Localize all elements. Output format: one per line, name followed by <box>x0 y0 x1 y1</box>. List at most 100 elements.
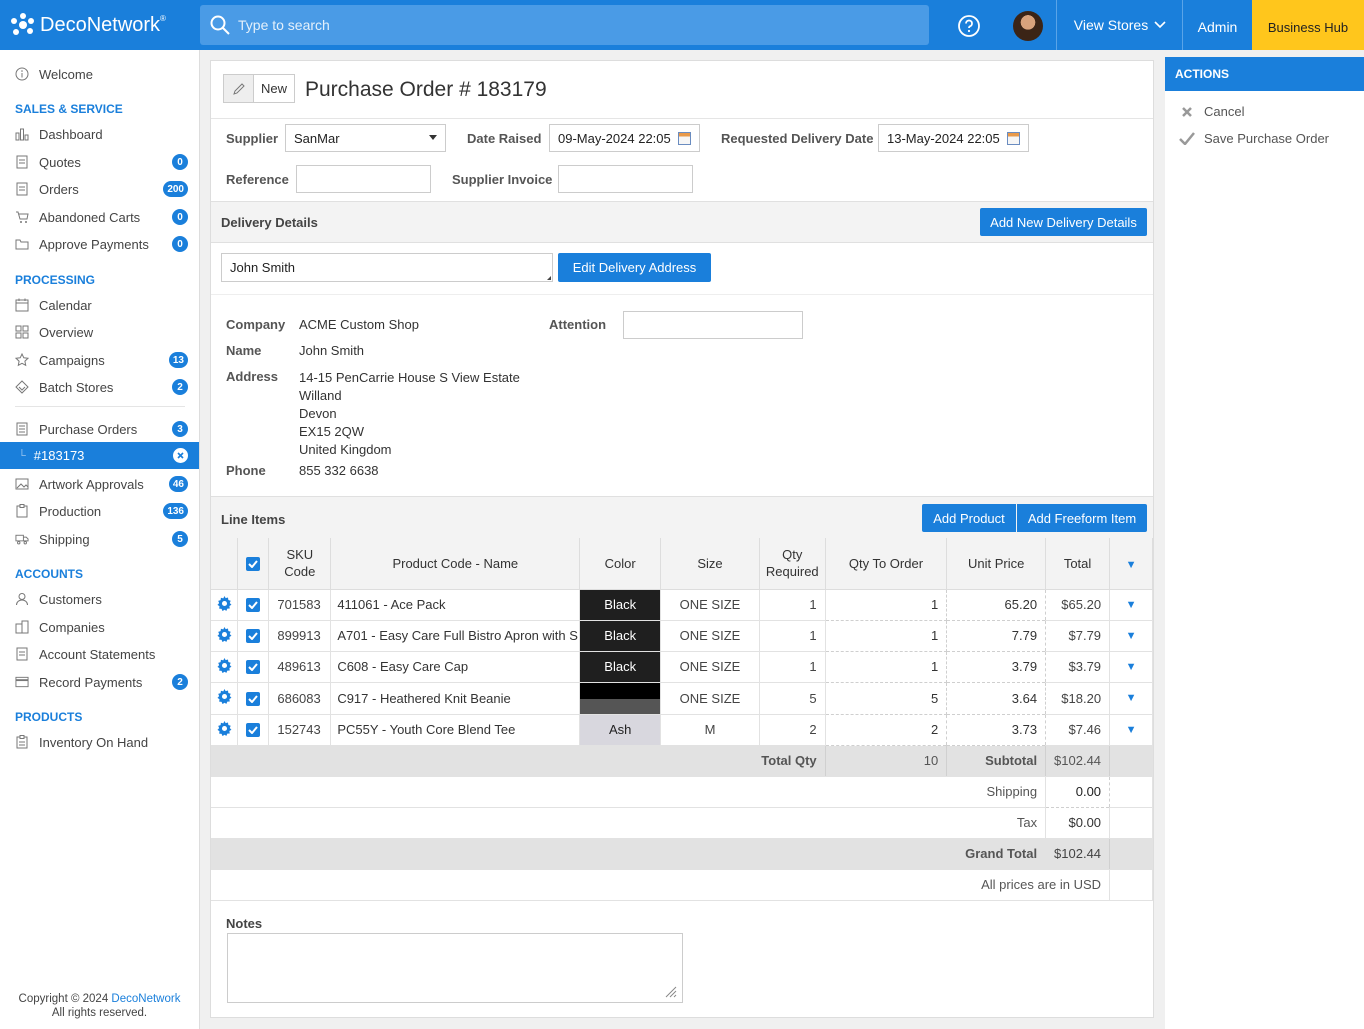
row-menu-button[interactable]: ▼ <box>1109 651 1153 683</box>
calendar-icon[interactable] <box>678 132 691 145</box>
column-header-unit-price[interactable]: Unit Price <box>946 538 1047 590</box>
color-cell[interactable] <box>579 682 662 715</box>
column-header-qty-to-order[interactable]: Qty To Order <box>825 538 948 590</box>
business-hub-button[interactable]: Business Hub <box>1252 0 1364 50</box>
product-cell[interactable]: C917 - Heathered Knit Beanie <box>330 682 581 715</box>
qty-to-order-input[interactable]: 1 <box>824 619 948 652</box>
view-stores-dropdown[interactable]: View Stores <box>1058 0 1182 50</box>
row-checkbox[interactable] <box>237 682 270 715</box>
help-icon[interactable] <box>957 14 981 41</box>
search-input[interactable] <box>238 17 838 33</box>
size-cell[interactable]: ONE SIZE <box>660 589 760 621</box>
sidebar-item-quotes[interactable]: Quotes 0 <box>0 149 199 175</box>
select-all-checkbox[interactable] <box>237 538 270 590</box>
row-menu-button[interactable]: ▼ <box>1109 682 1153 715</box>
product-cell[interactable]: A701 - Easy Care Full Bistro Apron with … <box>330 620 581 652</box>
sidebar-item-account-statements[interactable]: Account Statements <box>0 641 199 667</box>
column-header-size[interactable]: Size <box>660 538 760 590</box>
unit-price-input[interactable]: 7.79 <box>946 619 1047 652</box>
row-checkbox[interactable] <box>237 714 270 746</box>
sidebar-item-dashboard[interactable]: Dashboard <box>0 121 199 147</box>
unit-price-input[interactable]: 3.73 <box>946 713 1047 746</box>
gear-icon <box>217 595 232 614</box>
supplier-select[interactable]: SanMar <box>285 124 446 152</box>
close-icon[interactable] <box>173 448 188 463</box>
row-settings-button[interactable] <box>211 589 239 621</box>
row-settings-button[interactable] <box>211 682 239 715</box>
sidebar-item-artwork-approvals[interactable]: Artwork Approvals 46 <box>0 471 199 497</box>
save-purchase-order-action[interactable]: Save Purchase Order <box>1179 131 1329 146</box>
unit-price-input[interactable]: 3.64 <box>946 681 1047 715</box>
qty-to-order-input[interactable]: 1 <box>824 588 948 621</box>
product-cell[interactable]: PC55Y - Youth Core Blend Tee <box>330 714 581 746</box>
column-header-product[interactable]: Product Code - Name <box>330 538 581 590</box>
sidebar-item-campaigns[interactable]: Campaigns 13 <box>0 347 199 373</box>
row-checkbox[interactable] <box>237 589 270 621</box>
size-cell[interactable]: ONE SIZE <box>660 651 760 683</box>
sidebar-item-approve-payments[interactable]: Approve Payments 0 <box>0 231 199 257</box>
unit-price-input[interactable]: 3.79 <box>946 650 1047 683</box>
supplier-invoice-input[interactable] <box>558 165 693 193</box>
admin-link[interactable]: Admin <box>1184 0 1251 50</box>
sku-cell: 701583 <box>268 589 332 621</box>
qty-to-order-input[interactable]: 1 <box>824 650 948 683</box>
sidebar-item-record-payments[interactable]: Record Payments 2 <box>0 669 199 695</box>
column-header-sku[interactable]: SKU Code <box>268 538 332 590</box>
calendar-icon[interactable] <box>1007 132 1020 145</box>
color-cell[interactable]: Black <box>579 589 662 621</box>
size-cell[interactable]: M <box>660 714 760 746</box>
row-checkbox[interactable] <box>237 620 270 652</box>
sidebar-item-current-po[interactable]: └ #183173 <box>0 442 199 469</box>
search-bar[interactable] <box>200 5 929 45</box>
color-cell[interactable]: Black <box>579 620 662 652</box>
column-header-qty-required[interactable]: Qty Required <box>759 538 826 590</box>
sidebar-item-companies[interactable]: Companies <box>0 614 199 640</box>
row-menu-button[interactable]: ▼ <box>1109 589 1153 621</box>
row-settings-button[interactable] <box>211 714 239 746</box>
avatar[interactable] <box>1013 11 1043 41</box>
req-delivery-field[interactable]: 13-May-2024 22:05 <box>878 124 1029 152</box>
product-cell[interactable]: C608 - Easy Care Cap <box>330 651 581 683</box>
cancel-action[interactable]: Cancel <box>1179 104 1244 119</box>
column-header-color[interactable]: Color <box>579 538 662 590</box>
sidebar-item-orders[interactable]: Orders 200 <box>0 176 199 202</box>
color-cell[interactable]: Black <box>579 651 662 683</box>
add-product-button[interactable]: Add Product <box>922 504 1016 532</box>
sidebar-item-purchase-orders[interactable]: Purchase Orders 3 <box>0 416 199 442</box>
add-freeform-item-button[interactable]: Add Freeform Item <box>1017 504 1147 532</box>
reference-input[interactable] <box>296 165 431 193</box>
row-settings-button[interactable] <box>211 651 239 683</box>
row-menu-button[interactable]: ▼ <box>1109 714 1153 746</box>
qty-to-order-input[interactable]: 5 <box>824 681 948 715</box>
sidebar-item-calendar[interactable]: Calendar <box>0 292 199 318</box>
shipping-input[interactable]: 0.00 <box>1045 775 1111 808</box>
add-delivery-details-button[interactable]: Add New Delivery Details <box>980 208 1147 236</box>
sidebar-item-customers[interactable]: Customers <box>0 586 199 612</box>
color-cell[interactable]: Ash <box>579 714 662 746</box>
size-cell[interactable]: ONE SIZE <box>660 682 760 715</box>
column-menu-button[interactable]: ▼ <box>1109 538 1153 590</box>
unit-price-input[interactable]: 65.20 <box>946 588 1047 621</box>
sidebar-item-batch-stores[interactable]: Batch Stores 2 <box>0 374 199 400</box>
product-cell[interactable]: 411061 - Ace Pack <box>330 589 581 621</box>
edit-delivery-address-button[interactable]: Edit Delivery Address <box>558 253 711 282</box>
sidebar-item-welcome[interactable]: Welcome <box>0 61 199 87</box>
delivery-select[interactable]: John Smith <box>221 253 553 282</box>
row-checkbox[interactable] <box>237 651 270 683</box>
date-raised-field[interactable]: 09-May-2024 22:05 <box>549 124 700 152</box>
size-cell[interactable]: ONE SIZE <box>660 620 760 652</box>
deconetwork-link[interactable]: DecoNetwork <box>111 993 180 1005</box>
sidebar-item-production[interactable]: Production 136 <box>0 498 199 524</box>
qty-to-order-input[interactable]: 2 <box>824 713 948 746</box>
row-settings-button[interactable] <box>211 620 239 652</box>
sidebar-item-shipping[interactable]: Shipping 5 <box>0 526 199 552</box>
sidebar-item-abandoned-carts[interactable]: Abandoned Carts 0 <box>0 204 199 230</box>
sidebar-item-inventory[interactable]: Inventory On Hand <box>0 729 199 755</box>
logo[interactable]: DecoNetwork ® <box>10 10 166 40</box>
notes-textarea[interactable] <box>227 933 683 1003</box>
row-menu-button[interactable]: ▼ <box>1109 620 1153 652</box>
sidebar-item-overview[interactable]: Overview <box>0 319 199 345</box>
column-header-total[interactable]: Total <box>1045 538 1111 590</box>
attention-input[interactable] <box>623 311 803 339</box>
status-toggle[interactable]: New <box>223 74 295 103</box>
